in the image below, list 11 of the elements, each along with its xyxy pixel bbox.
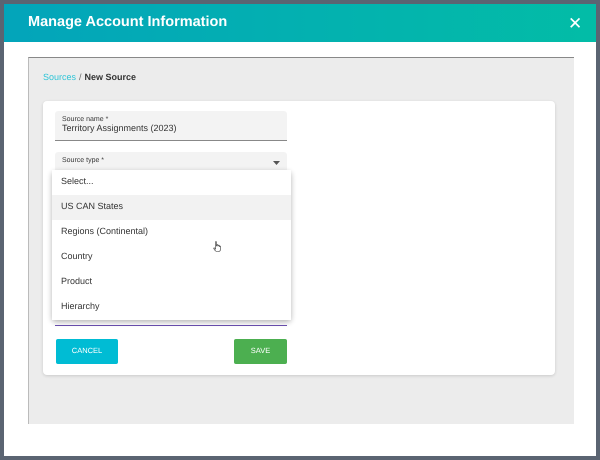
menu-item[interactable]: US CAN States — [52, 194, 291, 220]
menu-item[interactable]: Regions (Continental) — [52, 220, 291, 244]
menu-item[interactable]: Country — [52, 244, 291, 270]
breadcrumb-separator: / — [79, 71, 82, 84]
menu-item[interactable]: Product — [52, 270, 291, 294]
menu-item[interactable]: Hierarchy — [52, 294, 291, 320]
breadcrumb-current: New Source — [84, 71, 136, 84]
menu-item[interactable]: Select... — [52, 170, 291, 194]
modal-title: Manage Account Information — [28, 14, 228, 32]
caret-icon — [273, 160, 280, 164]
hand-cursor-icon — [213, 240, 222, 252]
